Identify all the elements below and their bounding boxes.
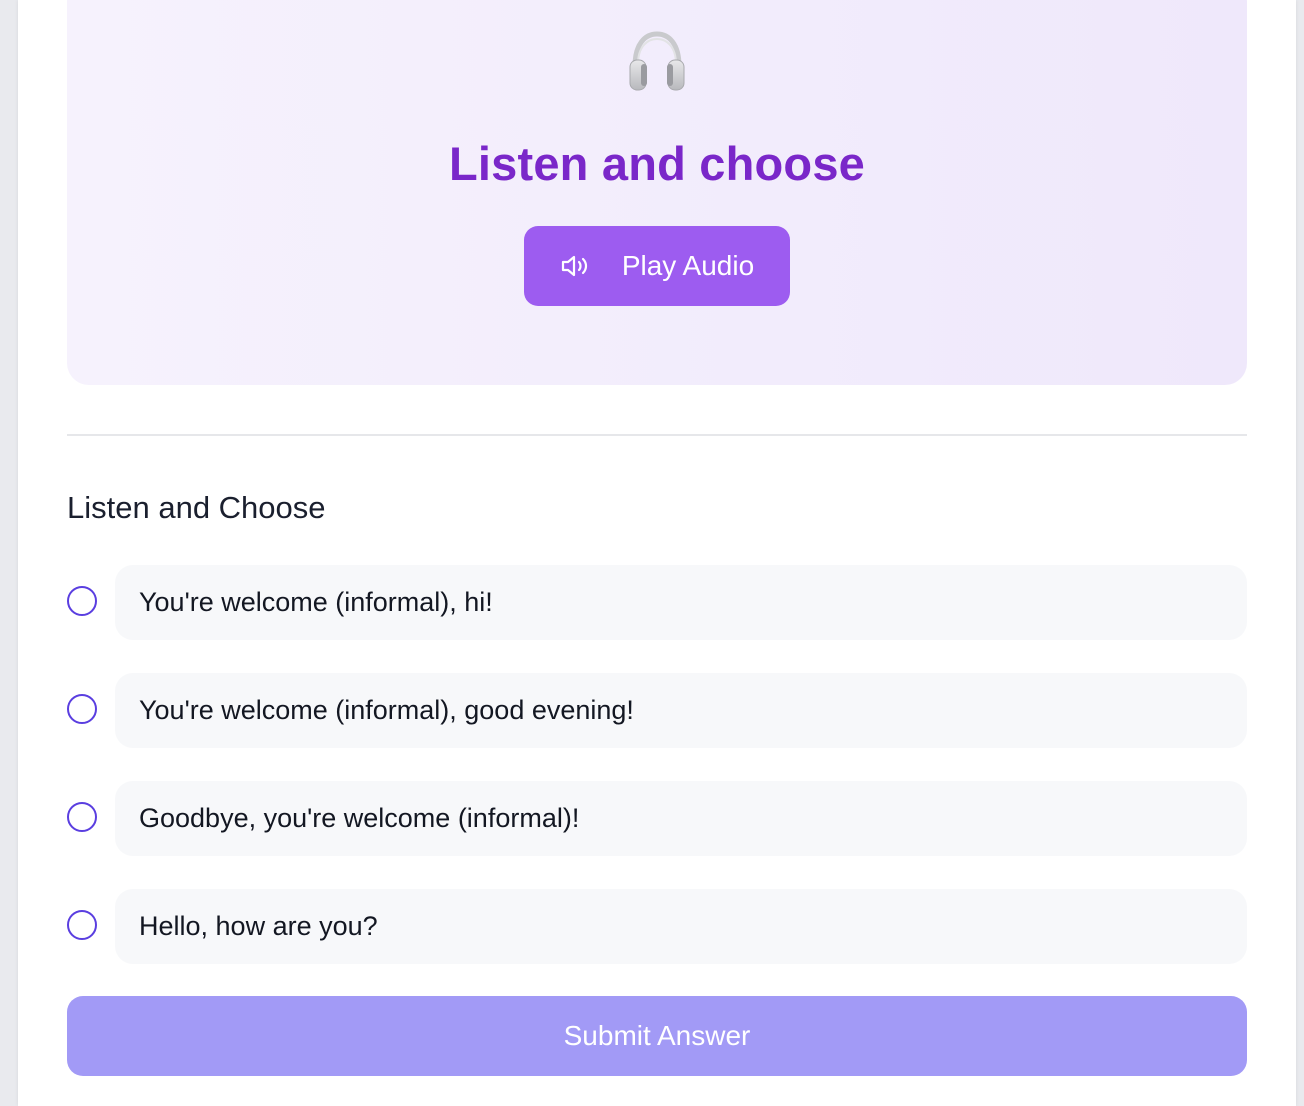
option-label: Hello, how are you? <box>139 911 378 941</box>
answer-option[interactable]: You're welcome (informal), good evening! <box>67 673 1247 749</box>
answer-option[interactable]: Goodbye, you're welcome (informal)! <box>67 781 1247 857</box>
audio-card: Listen and choose Play Audio <box>67 0 1247 385</box>
play-audio-button[interactable]: Play Audio <box>524 226 790 306</box>
option-card[interactable]: Hello, how are you? <box>115 889 1247 964</box>
radio-button[interactable] <box>67 586 97 616</box>
hero-title: Listen and choose <box>448 137 866 190</box>
radio-button[interactable] <box>67 694 97 724</box>
divider <box>67 434 1247 436</box>
option-card[interactable]: You're welcome (informal), good evening! <box>115 673 1247 748</box>
page: Listen and choose Play Audio Listen and … <box>18 0 1296 1106</box>
radio-button[interactable] <box>67 802 97 832</box>
submit-answer-button[interactable]: Submit Answer <box>67 996 1247 1076</box>
option-card[interactable]: Goodbye, you're welcome (informal)! <box>115 781 1247 856</box>
option-card[interactable]: You're welcome (informal), hi! <box>115 565 1247 640</box>
answer-options: You're welcome (informal), hi! You're we… <box>67 565 1247 997</box>
play-audio-label: Play Audio <box>621 250 755 281</box>
answer-option[interactable]: Hello, how are you? <box>67 889 1247 965</box>
option-label: Goodbye, you're welcome (informal)! <box>139 803 580 833</box>
headphones-icon <box>629 31 685 91</box>
question-title: Listen and Choose <box>67 490 326 525</box>
option-label: You're welcome (informal), hi! <box>139 587 493 617</box>
option-label: You're welcome (informal), good evening! <box>139 695 634 725</box>
radio-button[interactable] <box>67 910 97 940</box>
speaker-icon <box>561 255 587 277</box>
answer-option[interactable]: You're welcome (informal), hi! <box>67 565 1247 641</box>
